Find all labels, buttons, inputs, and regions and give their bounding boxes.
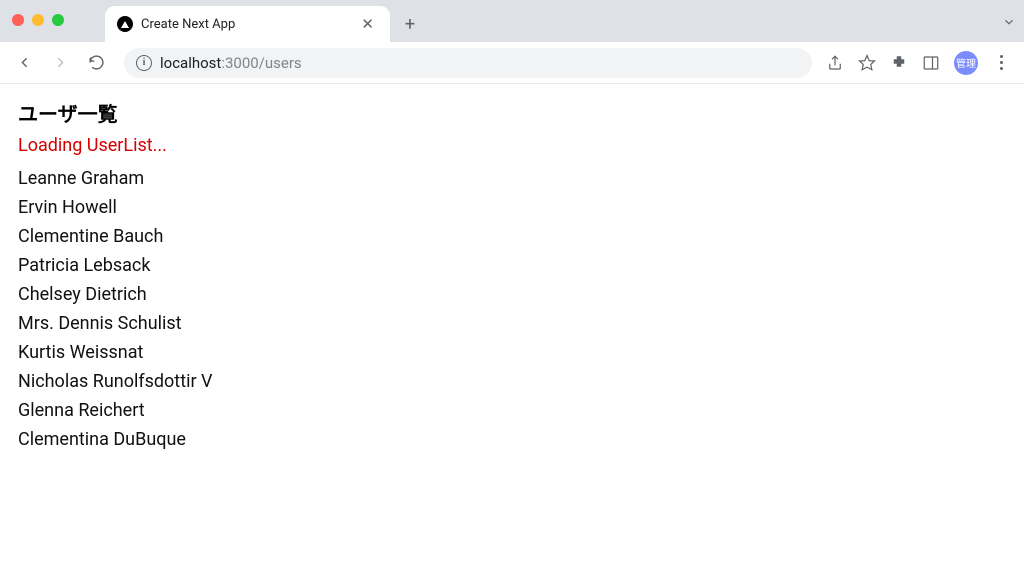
side-panel-icon[interactable]	[922, 54, 940, 72]
user-list-item: Glenna Reichert	[18, 396, 1006, 425]
page-heading: ユーザ一覧	[18, 98, 1006, 127]
user-list-item: Kurtis Weissnat	[18, 338, 1006, 367]
loading-text: Loading UserList...	[18, 135, 1006, 156]
browser-toolbar: localhost:3000/users 管理	[0, 42, 1024, 84]
page-content: ユーザ一覧 Loading UserList... Leanne GrahamE…	[0, 84, 1024, 468]
reload-button[interactable]	[82, 49, 110, 77]
new-tab-button[interactable]: +	[396, 10, 424, 38]
tab-close-button[interactable]: ✕	[357, 13, 378, 35]
kebab-menu-icon[interactable]	[992, 55, 1010, 70]
forward-button[interactable]	[46, 49, 74, 77]
back-button[interactable]	[10, 49, 38, 77]
user-list-item: Clementine Bauch	[18, 222, 1006, 251]
user-list: Leanne GrahamErvin HowellClementine Bauc…	[18, 164, 1006, 454]
user-list-item: Chelsey Dietrich	[18, 280, 1006, 309]
share-icon[interactable]	[826, 54, 844, 72]
user-list-item: Nicholas Runolfsdottir V	[18, 367, 1006, 396]
maximize-window-button[interactable]	[52, 14, 64, 26]
tab-strip: Create Next App ✕ +	[0, 0, 1024, 42]
profile-avatar[interactable]: 管理	[954, 51, 978, 75]
close-window-button[interactable]	[12, 14, 24, 26]
user-list-item: Ervin Howell	[18, 193, 1006, 222]
address-bar[interactable]: localhost:3000/users	[124, 48, 812, 78]
tab-favicon-icon	[117, 16, 133, 32]
site-info-icon[interactable]	[136, 55, 152, 71]
bookmark-star-icon[interactable]	[858, 54, 876, 72]
tab-title: Create Next App	[141, 17, 349, 32]
user-list-item: Patricia Lebsack	[18, 251, 1006, 280]
tabs-dropdown-icon[interactable]	[1002, 14, 1016, 33]
user-list-item: Mrs. Dennis Schulist	[18, 309, 1006, 338]
browser-tab[interactable]: Create Next App ✕	[105, 6, 390, 42]
window-controls	[12, 14, 64, 26]
user-list-item: Clementina DuBuque	[18, 425, 1006, 454]
toolbar-right: 管理	[826, 51, 1014, 75]
minimize-window-button[interactable]	[32, 14, 44, 26]
user-list-item: Leanne Graham	[18, 164, 1006, 193]
extensions-icon[interactable]	[890, 54, 908, 72]
url-text: localhost:3000/users	[160, 54, 302, 72]
